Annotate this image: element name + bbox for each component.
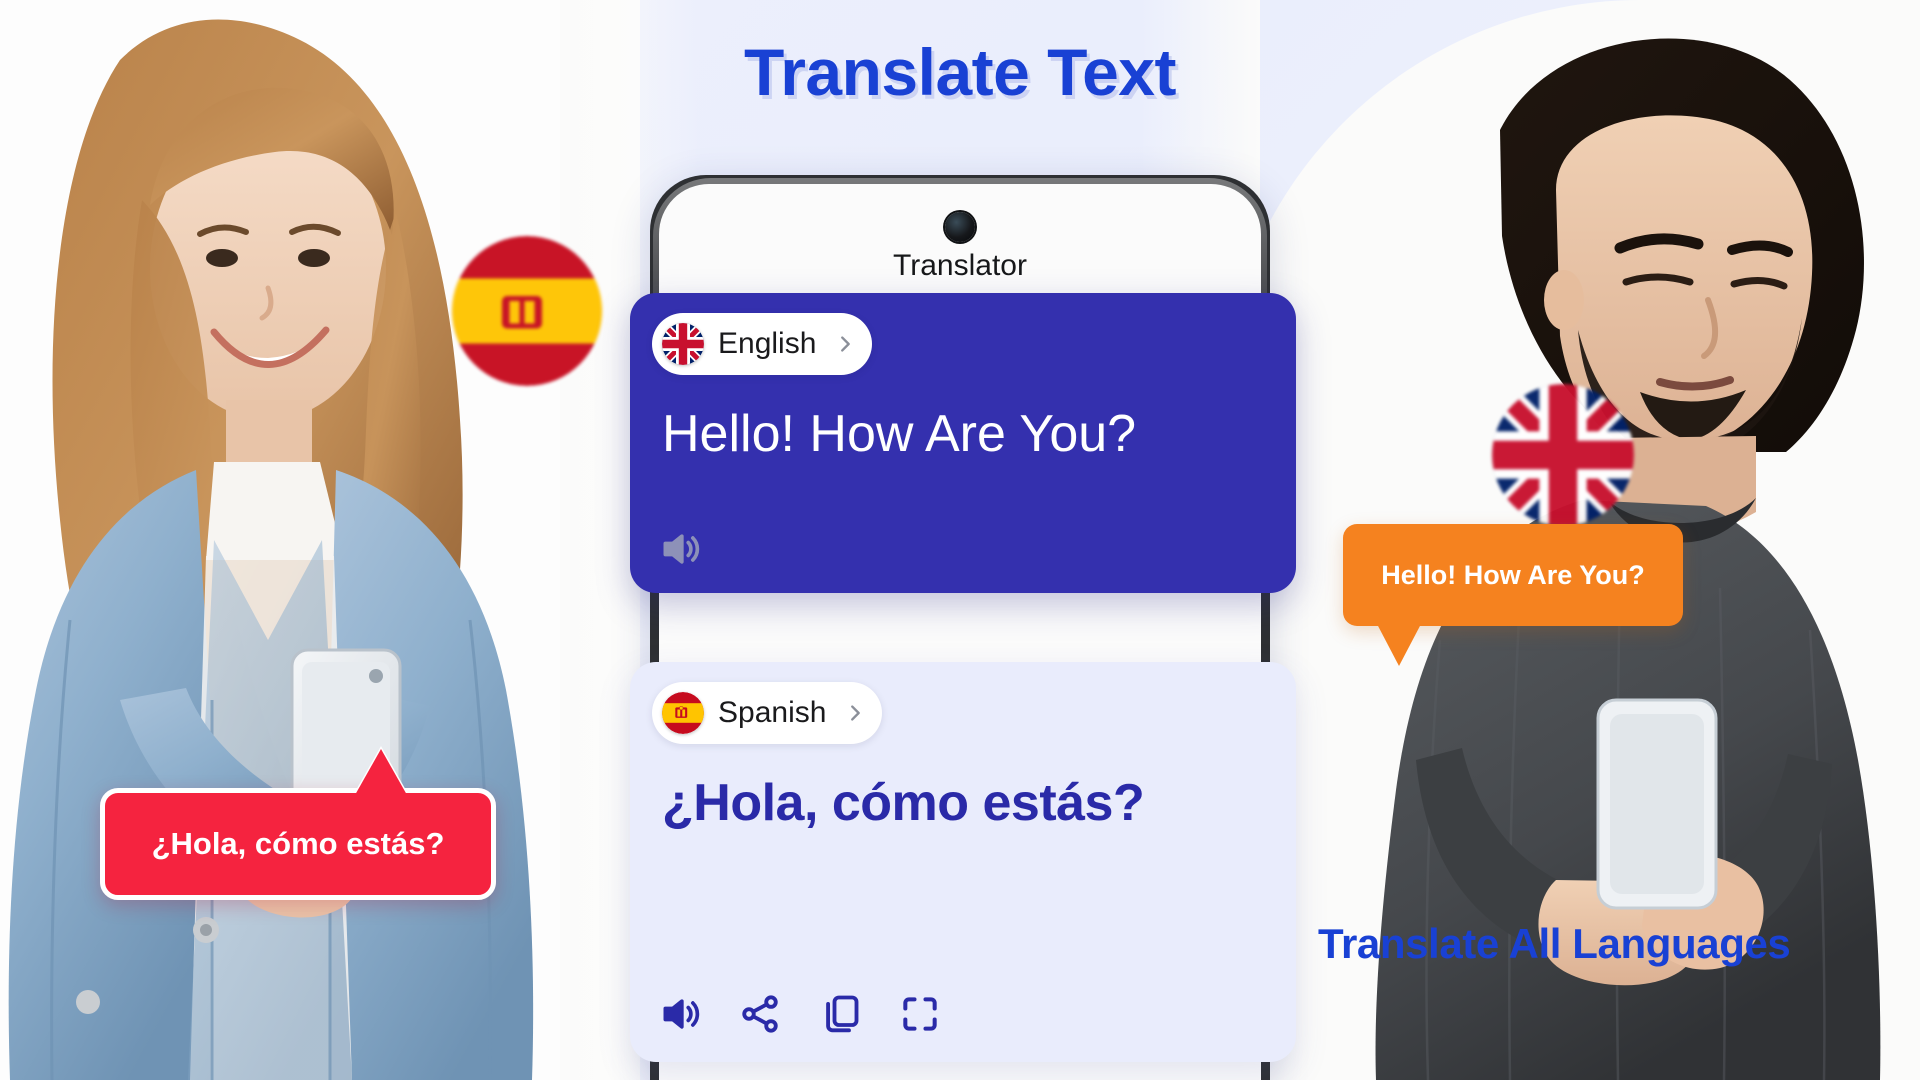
- spain-flag-icon: [662, 692, 704, 734]
- speaker-icon[interactable]: [658, 527, 702, 571]
- bubble-tail: [355, 749, 407, 795]
- target-language-selector[interactable]: Spanish: [652, 682, 883, 744]
- share-icon[interactable]: [738, 992, 782, 1036]
- source-actions: [658, 527, 702, 571]
- uk-flag-badge: [1492, 384, 1634, 526]
- right-speech-bubble: Hello! How Are You?: [1343, 524, 1683, 666]
- chevron-right-icon: [834, 333, 856, 355]
- fullscreen-icon[interactable]: [898, 992, 942, 1036]
- translated-text: ¿Hola, cómo estás?: [662, 774, 1145, 832]
- left-speech-bubble: ¿Hola, cómo estás?: [100, 749, 496, 900]
- source-language-selector[interactable]: English: [652, 313, 873, 375]
- target-language-label: Spanish: [718, 696, 827, 729]
- translation-actions: [658, 992, 942, 1036]
- spain-flag-badge: [452, 236, 602, 386]
- left-bubble-text: ¿Hola, cómo estás?: [151, 826, 445, 861]
- chevron-right-icon: [844, 702, 866, 724]
- uk-flag-icon: [662, 323, 704, 365]
- source-language-card: English Hello! How Are You?: [630, 293, 1296, 593]
- app-title: Translator: [893, 249, 1027, 282]
- target-language-card: Spanish ¿Hola, cómo estás?: [630, 662, 1296, 1062]
- front-camera-icon: [945, 212, 975, 242]
- copy-icon[interactable]: [818, 992, 862, 1036]
- source-language-label: English: [718, 327, 817, 360]
- right-bubble-text: Hello! How Are You?: [1381, 559, 1645, 590]
- page-title: Translate Text: [744, 35, 1176, 109]
- speaker-icon[interactable]: [658, 992, 702, 1036]
- tagline: Translate All Languages: [1318, 920, 1791, 967]
- photo-woman-with-phone: [0, 0, 620, 1080]
- source-text: Hello! How Are You?: [662, 405, 1137, 463]
- bubble-tail: [1377, 624, 1421, 666]
